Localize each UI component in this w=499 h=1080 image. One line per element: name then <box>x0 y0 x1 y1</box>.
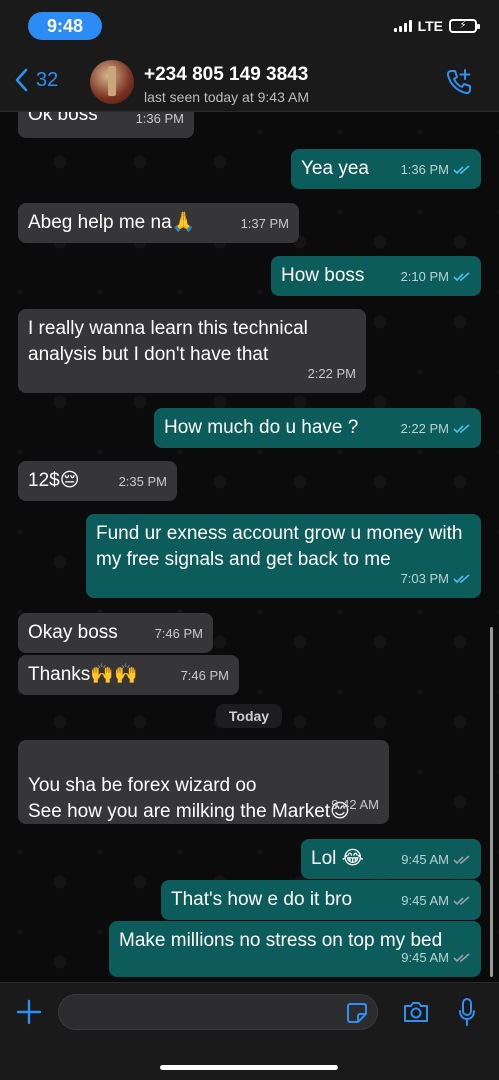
message-bubble[interactable]: Thanks🙌🙌 7:46 PM <box>18 655 239 695</box>
message-text: Fund ur exness account grow u money with… <box>96 523 463 570</box>
read-receipt-icon <box>453 165 470 175</box>
message-text: How boss <box>281 265 365 286</box>
message-text: Yea yea <box>301 158 369 179</box>
message-text: Abeg help me na🙏 <box>28 212 196 233</box>
message-bubble[interactable]: How boss 2:10 PM <box>271 256 481 296</box>
message-time: 9:45 AM <box>401 847 471 873</box>
delivered-receipt-icon <box>453 855 470 865</box>
message-input[interactable] <box>58 994 378 1030</box>
message-text: Lol 😂 <box>311 848 364 869</box>
status-indicators: LTE ⚡ <box>393 18 480 34</box>
delivered-receipt-icon <box>453 896 470 906</box>
message-bubble[interactable]: Fund ur exness account grow u money with… <box>86 514 481 598</box>
compose-bar <box>0 982 499 1080</box>
message-text: 12$😔 <box>28 470 80 491</box>
message-text: Thanks🙌🙌 <box>28 664 138 685</box>
message-bubble[interactable]: Abeg help me na🙏 1:37 PM <box>18 203 299 243</box>
network-label: LTE <box>417 18 443 34</box>
message-text: Okay boss <box>28 622 118 643</box>
message-bubble[interactable]: Yea yea 1:36 PM <box>291 149 481 189</box>
message-bubble[interactable]: I really wanna learn this technical anal… <box>18 309 366 393</box>
day-separator: Today <box>216 704 282 728</box>
message-time: 2:35 PM <box>118 474 167 489</box>
message-time: 9:42 AM <box>331 797 379 812</box>
message-bubble[interactable]: Ok boss 1:36 PM <box>18 112 194 138</box>
message-time: 7:46 PM <box>180 668 229 683</box>
contact-name[interactable]: +234 805 149 3843 <box>144 64 308 86</box>
status-time: 9:48 <box>28 12 102 40</box>
message-text: You sha be forex wizard oo See how you a… <box>28 775 350 822</box>
message-bubble[interactable]: 12$😔 2:35 PM <box>18 461 177 501</box>
status-bar: 9:48 LTE ⚡ <box>0 0 499 52</box>
scrollbar[interactable] <box>490 627 493 977</box>
read-receipt-icon <box>453 424 470 434</box>
chat-header: 32 +234 805 149 3843 last seen today at … <box>0 52 499 112</box>
message-bubble[interactable]: Okay boss 7:46 PM <box>18 613 213 653</box>
message-bubble[interactable]: Lol 😂 9:45 AM <box>301 839 481 879</box>
last-seen-status: last seen today at 9:43 AM <box>144 89 309 105</box>
message-bubble[interactable]: Make millions no stress on top my bed 9:… <box>109 921 481 977</box>
delivered-receipt-icon <box>453 953 470 963</box>
add-call-icon[interactable] <box>445 68 473 96</box>
message-bubble[interactable]: That's how e do it bro 9:45 AM <box>161 880 481 920</box>
back-button[interactable]: 32 <box>14 68 58 92</box>
message-bubble[interactable]: You sha be forex wizard oo See how you a… <box>18 740 389 824</box>
message-text: That's how e do it bro <box>171 889 353 910</box>
message-time: 2:10 PM <box>401 264 471 290</box>
message-bubble[interactable]: How much do u have ? 2:22 PM <box>154 408 481 448</box>
message-time: 7:03 PM <box>401 566 471 592</box>
battery-charging-icon: ⚡ <box>449 19 480 33</box>
message-time: 1:36 PM <box>135 112 184 126</box>
message-time: 9:45 AM <box>401 888 471 914</box>
message-time: 9:45 AM <box>401 945 471 971</box>
read-receipt-icon <box>453 272 470 282</box>
message-text: Ok boss <box>28 112 98 125</box>
message-time: 1:37 PM <box>240 216 289 231</box>
microphone-icon[interactable] <box>458 997 476 1027</box>
avatar[interactable] <box>90 60 134 104</box>
message-time: 2:22 PM <box>401 416 471 442</box>
message-time: 7:46 PM <box>154 626 203 641</box>
sticker-icon[interactable] <box>346 1002 368 1024</box>
plus-icon[interactable] <box>16 999 42 1025</box>
message-text: How much do u have ? <box>164 417 359 438</box>
unread-count: 32 <box>36 68 59 91</box>
camera-icon[interactable] <box>402 1000 430 1024</box>
signal-icon <box>393 20 412 32</box>
read-receipt-icon <box>453 574 470 584</box>
message-time: 1:36 PM <box>401 157 471 183</box>
home-indicator[interactable] <box>160 1065 338 1070</box>
message-text: Make millions no stress on top my bed <box>119 930 443 951</box>
message-list[interactable]: Ok boss 1:36 PM Yea yea 1:36 PM Abeg hel… <box>0 112 499 982</box>
message-time: 2:22 PM <box>307 366 356 381</box>
chevron-left-icon <box>15 68 28 92</box>
message-text: I really wanna learn this technical anal… <box>28 318 308 365</box>
